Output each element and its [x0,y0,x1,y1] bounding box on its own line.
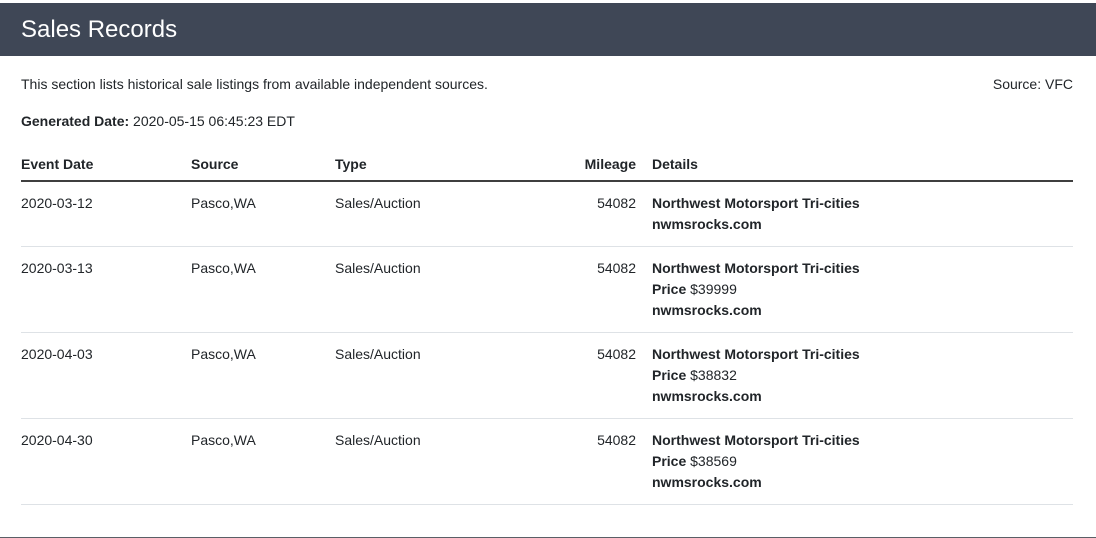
price-label: Price [652,367,687,383]
generated-date: Generated Date: 2020-05-15 06:45:23 EDT [21,112,1073,130]
mileage-cell: 54082 [505,246,652,333]
price-line: Price $39999 [652,279,1073,300]
source-cell: Pasco,WA [191,181,335,247]
mileage-cell: 54082 [505,332,652,419]
source-cell: Pasco,WA [191,332,335,419]
panel-body: This section lists historical sale listi… [0,75,1096,505]
column-header-source: Source [191,146,335,182]
price-value: $39999 [690,281,737,297]
price-label: Price [652,281,687,297]
table-row: 2020-04-03 Pasco,WA Sales/Auction 54082 … [21,332,1073,419]
sales-records-panel: Sales Records This section lists histori… [0,3,1096,538]
dealer-website: nwmsrocks.com [652,388,762,404]
source-cell: Pasco,WA [191,418,335,505]
table-body: 2020-03-12 Pasco,WA Sales/Auction 54082 … [21,181,1073,505]
table-header-row: Event Date Source Type Mileage Details [21,146,1073,182]
dealer-website: nwmsrocks.com [652,216,762,232]
intro-row: This section lists historical sale listi… [21,75,1073,93]
price-line: Price $38832 [652,365,1073,386]
dealer-website: nwmsrocks.com [652,302,762,318]
price-line: Price $38569 [652,451,1073,472]
event-date-cell: 2020-03-13 [21,246,191,333]
details-cell: Northwest Motorsport Tri-cities Price $3… [652,332,1073,419]
generated-date-label: Generated Date: [21,113,130,129]
table-row: 2020-03-12 Pasco,WA Sales/Auction 54082 … [21,181,1073,247]
table-row: 2020-03-13 Pasco,WA Sales/Auction 54082 … [21,246,1073,333]
dealer-name: Northwest Motorsport Tri-cities [652,346,860,362]
mileage-cell: 54082 [505,181,652,247]
sales-table: Event Date Source Type Mileage Details 2… [21,146,1073,505]
price-value: $38832 [690,367,737,383]
event-date-cell: 2020-03-12 [21,181,191,247]
intro-text: This section lists historical sale listi… [21,76,488,92]
type-cell: Sales/Auction [335,181,505,247]
details-cell: Northwest Motorsport Tri-cities Price $3… [652,418,1073,505]
panel-header: Sales Records [0,3,1096,56]
column-header-mileage: Mileage [505,146,652,182]
generated-date-value: 2020-05-15 06:45:23 EDT [133,113,295,129]
table-row: 2020-04-30 Pasco,WA Sales/Auction 54082 … [21,418,1073,505]
price-value: $38569 [690,453,737,469]
column-header-details: Details [652,146,1073,182]
dealer-name: Northwest Motorsport Tri-cities [652,195,860,211]
mileage-cell: 54082 [505,418,652,505]
price-label: Price [652,453,687,469]
dealer-website: nwmsrocks.com [652,474,762,490]
page-title: Sales Records [21,15,178,43]
details-cell: Northwest Motorsport Tri-cities Price $3… [652,246,1073,333]
event-date-cell: 2020-04-03 [21,332,191,419]
column-header-type: Type [335,146,505,182]
source-label: Source: VFC [992,76,1073,92]
type-cell: Sales/Auction [335,246,505,333]
source-cell: Pasco,WA [191,246,335,333]
column-header-event-date: Event Date [21,146,191,182]
details-cell: Northwest Motorsport Tri-cities nwmsrock… [652,181,1073,247]
type-cell: Sales/Auction [335,418,505,505]
dealer-name: Northwest Motorsport Tri-cities [652,432,860,448]
type-cell: Sales/Auction [335,332,505,419]
event-date-cell: 2020-04-30 [21,418,191,505]
dealer-name: Northwest Motorsport Tri-cities [652,260,860,276]
